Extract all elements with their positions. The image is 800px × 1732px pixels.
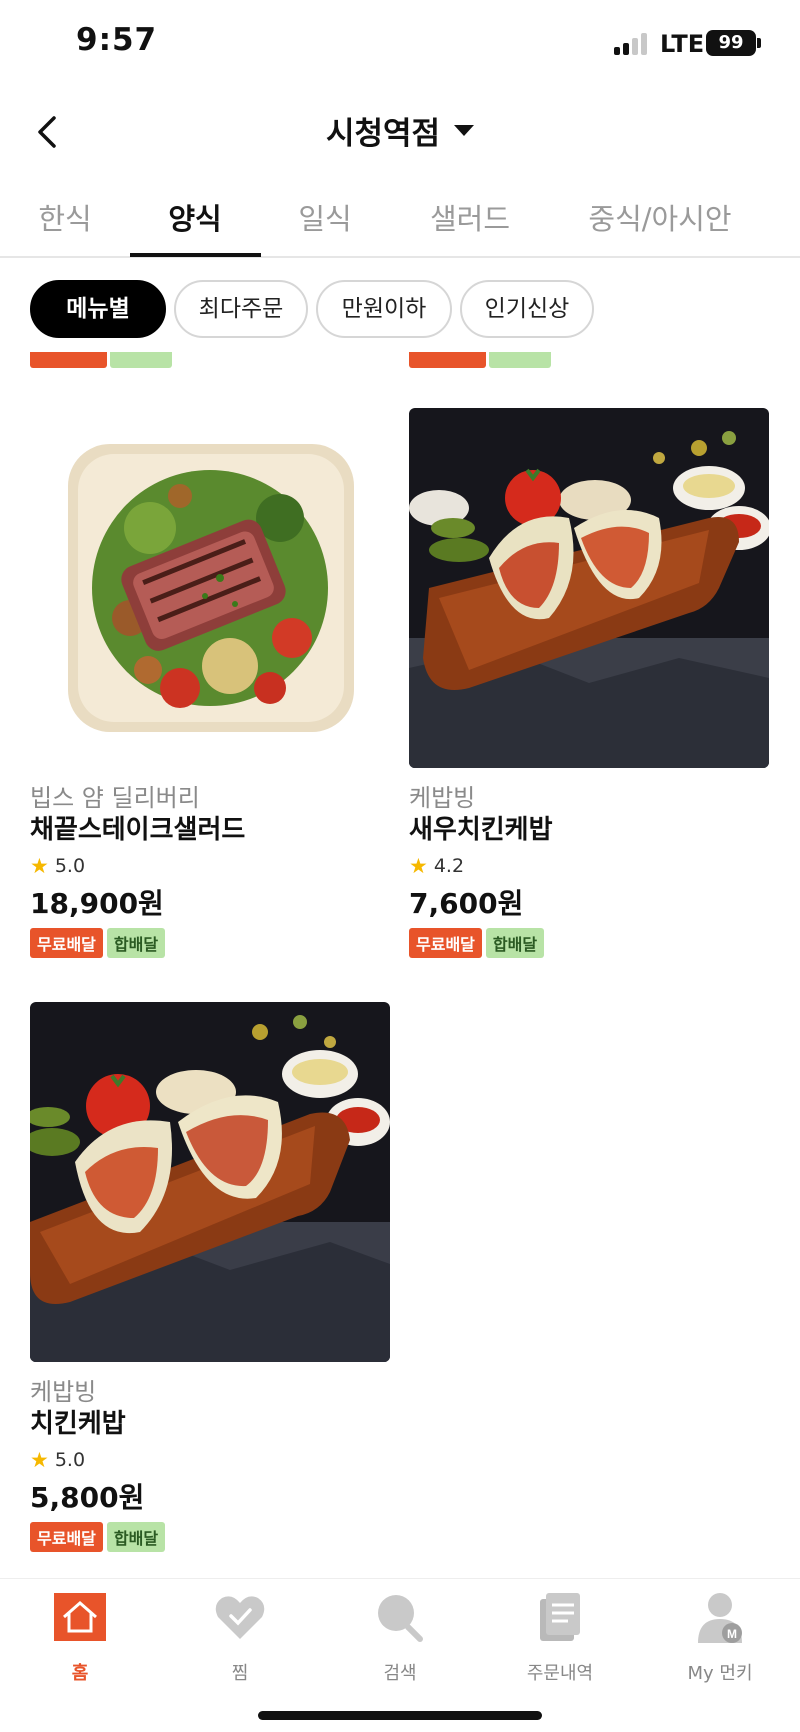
- caret-down-icon: [454, 125, 475, 136]
- store-name: 케밥빙: [409, 784, 476, 812]
- product-name: 새우치킨케밥: [409, 815, 553, 845]
- category-tabs: 한식 양식 일식 샐러드 중식/아시안: [0, 178, 800, 258]
- battery-tip: [757, 38, 761, 48]
- combined-delivery-badge: 합배달: [106, 1522, 166, 1552]
- free-delivery-badge: 무료배달: [30, 1522, 103, 1552]
- product-card[interactable]: 케밥빙 새우치킨케밥 ★ 4.2 7,600원 무료배달 합배달: [409, 408, 769, 958]
- chip-by-menu[interactable]: 메뉴별: [30, 280, 166, 338]
- heart-icon: [212, 1589, 268, 1645]
- chip-most-ordered[interactable]: 최다주문: [174, 280, 308, 338]
- shrimp-chicken-kebab-image: [409, 408, 769, 768]
- network-label: LTE: [660, 30, 705, 58]
- product-price: 7,600원: [409, 887, 524, 920]
- nav-profile-label: My 먼키: [687, 1663, 753, 1684]
- rating: ★ 4.2: [409, 850, 769, 882]
- battery-icon: 99: [706, 30, 756, 56]
- signal-icon: [614, 33, 650, 55]
- nav-orders-label: 주문내역: [526, 1663, 594, 1684]
- star-icon: ★: [30, 854, 49, 878]
- free-delivery-badge: 무료배달: [30, 928, 103, 958]
- combined-delivery-badge: 합배달: [485, 928, 545, 958]
- tab-salad[interactable]: 샐러드: [420, 196, 520, 238]
- nav-home[interactable]: 홈: [20, 1589, 140, 1685]
- rating-value: 4.2: [433, 855, 465, 877]
- nav-orders[interactable]: 주문내역: [500, 1589, 620, 1685]
- nav-profile[interactable]: M My 먼키: [660, 1589, 780, 1685]
- tab-chinese-asian[interactable]: 중식/아시안: [580, 196, 740, 238]
- product-name: 치킨케밥: [30, 1409, 126, 1439]
- star-icon: ★: [30, 1448, 49, 1472]
- product-card[interactable]: 빕스 얌 딜리버리 채끝스테이크샐러드 ★ 5.0 18,900원 무료배달 합배…: [30, 408, 390, 958]
- chip-under-10000[interactable]: 만원이하: [316, 280, 452, 338]
- product-card[interactable]: 케밥빙 치킨케밥 ★ 5.0 5,800원 무료배달 합배달: [30, 1002, 390, 1552]
- nav-search[interactable]: 검색: [340, 1589, 460, 1685]
- clipped-badge: [110, 352, 172, 368]
- product-name: 채끝스테이크샐러드: [30, 815, 246, 845]
- free-delivery-badge: 무료배달: [409, 928, 482, 958]
- active-tab-indicator: [130, 253, 261, 257]
- store-name: 케밥빙: [30, 1378, 97, 1406]
- tab-korean[interactable]: 한식: [30, 196, 100, 238]
- nav-favorites[interactable]: 찜: [180, 1589, 300, 1685]
- tab-western[interactable]: 양식: [155, 196, 235, 238]
- search-icon: [372, 1589, 428, 1645]
- home-icon: [52, 1589, 108, 1645]
- badge-row: 무료배달 합배달: [409, 928, 769, 958]
- header: 시청역점: [0, 90, 800, 176]
- home-indicator: [258, 1711, 542, 1720]
- filter-chips: 메뉴별 최다주문 만원이하 인기신상: [0, 280, 800, 340]
- badge-row: 무료배달 합배달: [30, 928, 390, 958]
- store-name: 빕스 얌 딜리버리: [30, 784, 200, 812]
- page-title: 시청역점: [325, 116, 441, 152]
- status-bar: 9:57 LTE 99: [0, 0, 800, 90]
- nav-search-label: 검색: [383, 1663, 417, 1684]
- rating-value: 5.0: [54, 855, 86, 877]
- clipped-badge: [489, 352, 551, 368]
- product-price: 18,900원: [30, 887, 164, 920]
- product-price: 5,800원: [30, 1481, 145, 1514]
- order-history-icon: [532, 1589, 588, 1645]
- nav-favorites-label: 찜: [231, 1663, 249, 1684]
- nav-home-label: 홈: [71, 1663, 89, 1684]
- rating: ★ 5.0: [30, 850, 390, 882]
- rating: ★ 5.0: [30, 1444, 390, 1476]
- chicken-kebab-image: [30, 1002, 390, 1362]
- rating-value: 5.0: [54, 1449, 86, 1471]
- badge-row: 무료배달 합배달: [30, 1522, 390, 1552]
- combined-delivery-badge: 합배달: [106, 928, 166, 958]
- store-selector[interactable]: 시청역점: [0, 108, 800, 153]
- star-icon: ★: [409, 854, 428, 878]
- bottom-nav: 홈 찜 검색 주문내역 M My 먼키: [0, 1578, 800, 1732]
- tab-japanese[interactable]: 일식: [290, 196, 360, 238]
- steak-salad-image: [30, 408, 390, 768]
- clipped-badge: [409, 352, 486, 368]
- clipped-badge: [30, 352, 107, 368]
- svg-text:M: M: [727, 1627, 737, 1641]
- chip-new-popular[interactable]: 인기신상: [460, 280, 594, 338]
- status-time: 9:57: [76, 22, 158, 58]
- profile-icon: M: [692, 1589, 748, 1645]
